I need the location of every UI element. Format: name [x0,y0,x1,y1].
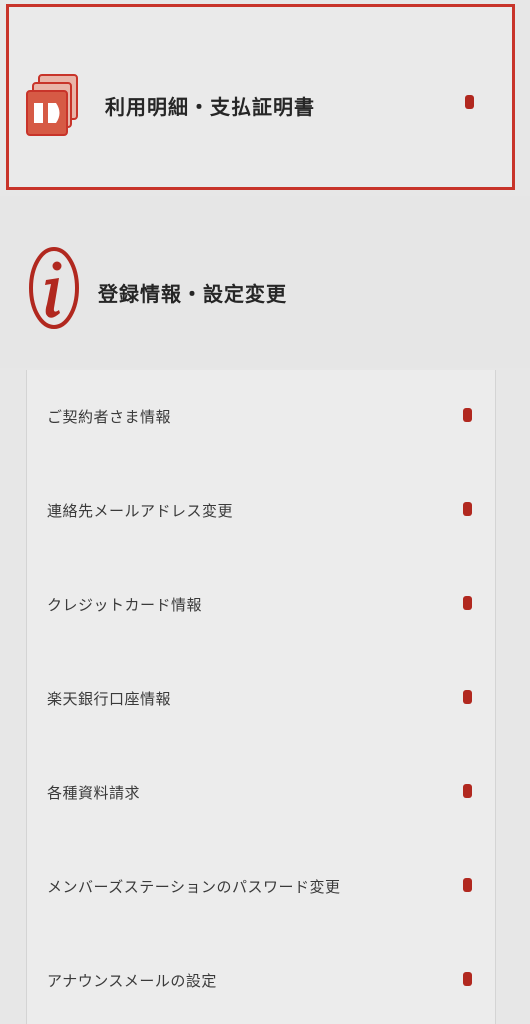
arrow-bullet-icon [463,878,472,892]
submenu-item-label: 連絡先メールアドレス変更 [47,502,234,520]
submenu-item-label: アナウンスメールの設定 [47,972,217,990]
arrow-bullet-icon [463,502,472,516]
registration-section-header[interactable]: 登録情報・設定変更 [0,196,530,368]
registration-submenu: ご契約者さま情報 連絡先メールアドレス変更 クレジットカード情報 楽天銀行口座情… [26,370,496,1024]
submenu-item-label: 各種資料請求 [47,784,141,802]
account-menu-page: 利用明細・支払証明書 登録情報・設定変更 ご契約者さま情報 連絡先メールアドレス… [0,0,530,1024]
submenu-item-label: 楽天銀行口座情報 [47,690,172,708]
submenu-item-label: クレジットカード情報 [47,596,203,614]
submenu-item-email-change[interactable]: 連絡先メールアドレス変更 [27,464,495,558]
info-icon [29,247,79,329]
submenu-item-credit-card[interactable]: クレジットカード情報 [27,558,495,652]
arrow-bullet-icon [463,784,472,798]
submenu-item-label: メンバーズステーションのパスワード変更 [47,878,341,896]
registration-section-label: 登録情報・設定変更 [98,282,287,306]
submenu-item-bank-account[interactable]: 楽天銀行口座情報 [27,652,495,746]
arrow-bullet-icon [463,972,472,986]
arrow-bullet-icon [463,690,472,704]
arrow-bullet-icon [465,95,474,109]
statement-menu-item[interactable]: 利用明細・支払証明書 [6,4,515,190]
submenu-item-document-request[interactable]: 各種資料請求 [27,746,495,840]
submenu-item-announcement-mail[interactable]: アナウンスメールの設定 [27,934,495,1024]
statement-icon [26,74,78,136]
arrow-bullet-icon [463,408,472,422]
arrow-bullet-icon [463,596,472,610]
submenu-item-contract-info[interactable]: ご契約者さま情報 [27,370,495,464]
statement-menu-label: 利用明細・支払証明書 [105,95,315,119]
submenu-item-password-change[interactable]: メンバーズステーションのパスワード変更 [27,840,495,934]
submenu-item-label: ご契約者さま情報 [47,408,172,426]
